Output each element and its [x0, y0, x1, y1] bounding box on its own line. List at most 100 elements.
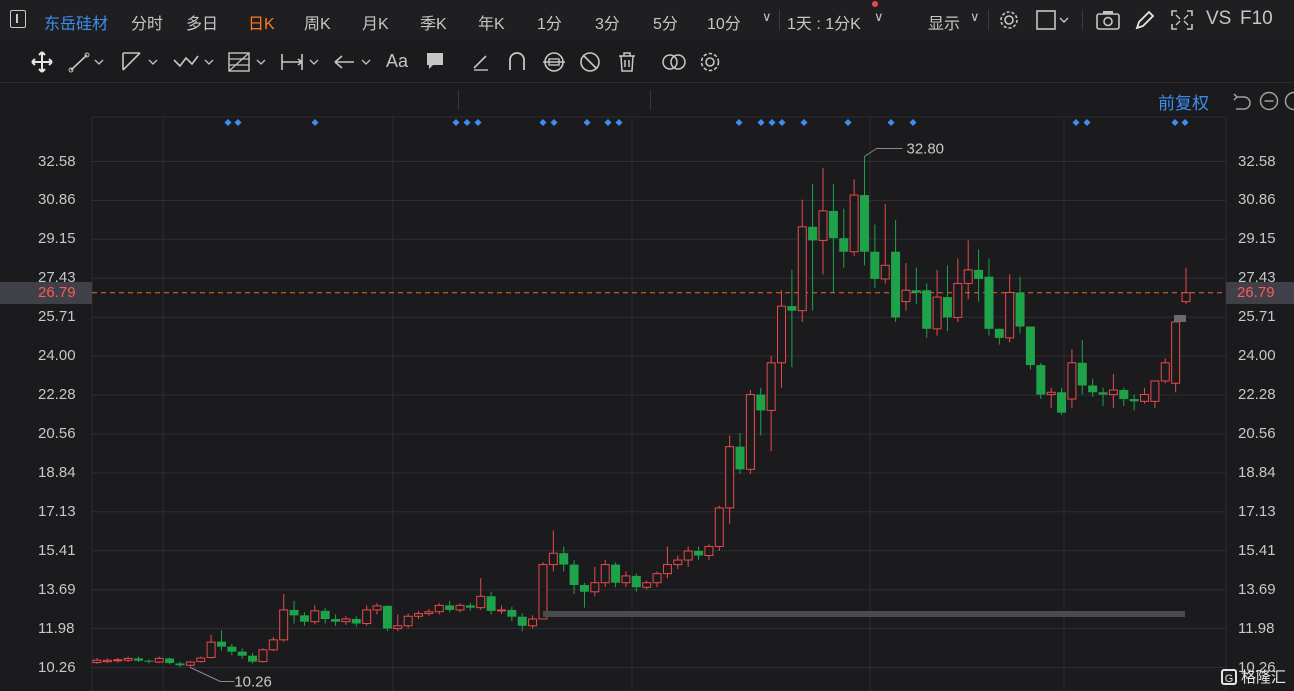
hide-icon[interactable]	[578, 50, 602, 74]
candle-body-up	[662, 564, 672, 575]
candle-body-up	[528, 618, 538, 627]
kline-canvas[interactable]: 32.80 10.26	[0, 82, 1294, 691]
candle-body-down	[569, 564, 579, 585]
candle-body-up	[1067, 362, 1077, 400]
plot-frame	[91, 116, 1227, 691]
display-chevron-down-icon[interactable]: ∨	[970, 9, 980, 25]
f10-button[interactable]: F10	[1240, 8, 1273, 30]
tab-period-9[interactable]: 5分	[653, 10, 678, 34]
candle-body-down	[1129, 399, 1139, 402]
candle-body-up	[424, 611, 434, 615]
ray-tool-icon[interactable]	[120, 50, 162, 74]
event-diamond-icon	[615, 119, 623, 126]
divider	[779, 10, 780, 30]
tab-period-4[interactable]: 月K	[362, 10, 389, 34]
stock-name[interactable]: 东岳硅材	[44, 10, 108, 34]
price-tick-left: 11.98	[38, 619, 75, 637]
tab-period-2[interactable]: 日K	[248, 10, 275, 34]
candle-body-down	[922, 290, 932, 329]
panel-toggle-icon[interactable]	[10, 10, 26, 28]
price-tick-right: 17.13	[1238, 502, 1276, 520]
text-tool-icon[interactable]: Aa	[386, 51, 408, 72]
candle-body-down	[1036, 365, 1046, 395]
candle-body-up	[600, 564, 610, 584]
candle-body-down	[1119, 390, 1129, 400]
kline-chart[interactable]: 前复权 32.80 10.26 32.58 30.86 29.15 27.43 25.71…	[0, 82, 1294, 691]
price-tick-right: 24.00	[1238, 347, 1276, 364]
tab-period-5[interactable]: 季K	[420, 10, 447, 34]
candle-body-up	[683, 550, 693, 561]
tab-period-6[interactable]: 年K	[478, 10, 505, 34]
more-periods-chevron-icon[interactable]: ∨	[762, 9, 772, 25]
settings-icon[interactable]	[698, 50, 722, 74]
low-callout-line	[190, 667, 221, 682]
divider	[988, 10, 989, 30]
price-tick-right: 32.58	[1238, 152, 1276, 170]
interval-select[interactable]: 1天 : 1分K	[787, 10, 861, 34]
measure-tool-icon[interactable]	[280, 50, 324, 74]
candle-body-up	[341, 618, 351, 623]
layout-checkbox-icon[interactable]	[1036, 9, 1070, 31]
candle-body-down	[911, 290, 921, 293]
tab-period-0[interactable]: 分时	[131, 10, 163, 34]
event-diamond-icon	[1083, 119, 1091, 126]
pencil-tool-icon[interactable]	[470, 50, 492, 74]
price-tick-right: 20.56	[1238, 424, 1276, 442]
link-icon[interactable]	[541, 50, 567, 74]
candle-body-down	[351, 618, 361, 624]
candle-body-up	[725, 446, 735, 509]
candle-body-down	[133, 658, 143, 661]
price-tick-left: 20.56	[38, 424, 76, 442]
watermark: G 格隆汇	[1220, 666, 1286, 687]
wave-tool-icon[interactable]	[172, 50, 216, 74]
move-icon[interactable]	[30, 50, 54, 74]
candle-body-up	[102, 659, 112, 663]
tab-period-8[interactable]: 3分	[595, 10, 620, 34]
tab-period-1[interactable]: 多日	[186, 10, 218, 34]
price-tick-right: 29.15	[1238, 230, 1276, 248]
candle-body-down	[1025, 326, 1035, 366]
tab-period-3[interactable]: 周K	[304, 10, 331, 34]
candle-body-up	[372, 605, 382, 611]
watermark-text: 格隆汇	[1240, 669, 1286, 686]
camera-icon[interactable]	[1095, 9, 1121, 31]
candle-body-down	[331, 618, 341, 622]
note-tool-icon[interactable]	[424, 50, 446, 74]
candle-body-up	[548, 552, 558, 566]
candle-body-up	[621, 575, 631, 584]
display-menu[interactable]: 显示	[928, 10, 960, 34]
fib-tool-icon[interactable]	[226, 50, 270, 74]
settings-gear-icon[interactable]	[998, 9, 1020, 31]
price-tick-right: 30.86	[1238, 191, 1276, 209]
tab-period-7[interactable]: 1分	[537, 10, 562, 34]
arrow-tool-icon[interactable]	[332, 50, 376, 74]
candle-body-down	[248, 655, 258, 662]
price-tick-left: 25.71	[38, 308, 76, 326]
candle-body-up	[777, 305, 787, 364]
candle-body-up	[258, 649, 268, 663]
event-diamond-icon	[311, 119, 319, 126]
compare-icon[interactable]	[660, 50, 688, 74]
candle-body-up	[455, 604, 465, 611]
candle-body-down	[756, 394, 766, 411]
candle-body-down	[445, 605, 455, 610]
candle-body-up	[652, 573, 662, 584]
pencil-icon[interactable]	[1134, 9, 1156, 31]
vs-compare-button[interactable]: VS	[1206, 8, 1231, 30]
interval-chevron-down-icon[interactable]: ∨	[874, 9, 884, 25]
candle-body-down	[289, 609, 299, 616]
trash-icon[interactable]	[616, 50, 638, 74]
fullscreen-icon[interactable]	[1170, 9, 1194, 31]
tab-period-10[interactable]: 10分	[707, 10, 741, 34]
candle-body-up	[880, 264, 890, 280]
line-tool-icon[interactable]	[68, 50, 110, 74]
candle-body-down	[237, 651, 247, 656]
candle-body-up	[901, 289, 911, 303]
magnet-icon[interactable]	[506, 50, 528, 74]
event-diamond-icon	[778, 119, 786, 126]
candle-body-down	[382, 605, 392, 629]
candle-body-up	[123, 657, 133, 661]
candle-body-up	[1171, 321, 1181, 384]
price-tick-right: 15.41	[1238, 541, 1276, 559]
price-tick-left: 15.41	[38, 541, 76, 559]
